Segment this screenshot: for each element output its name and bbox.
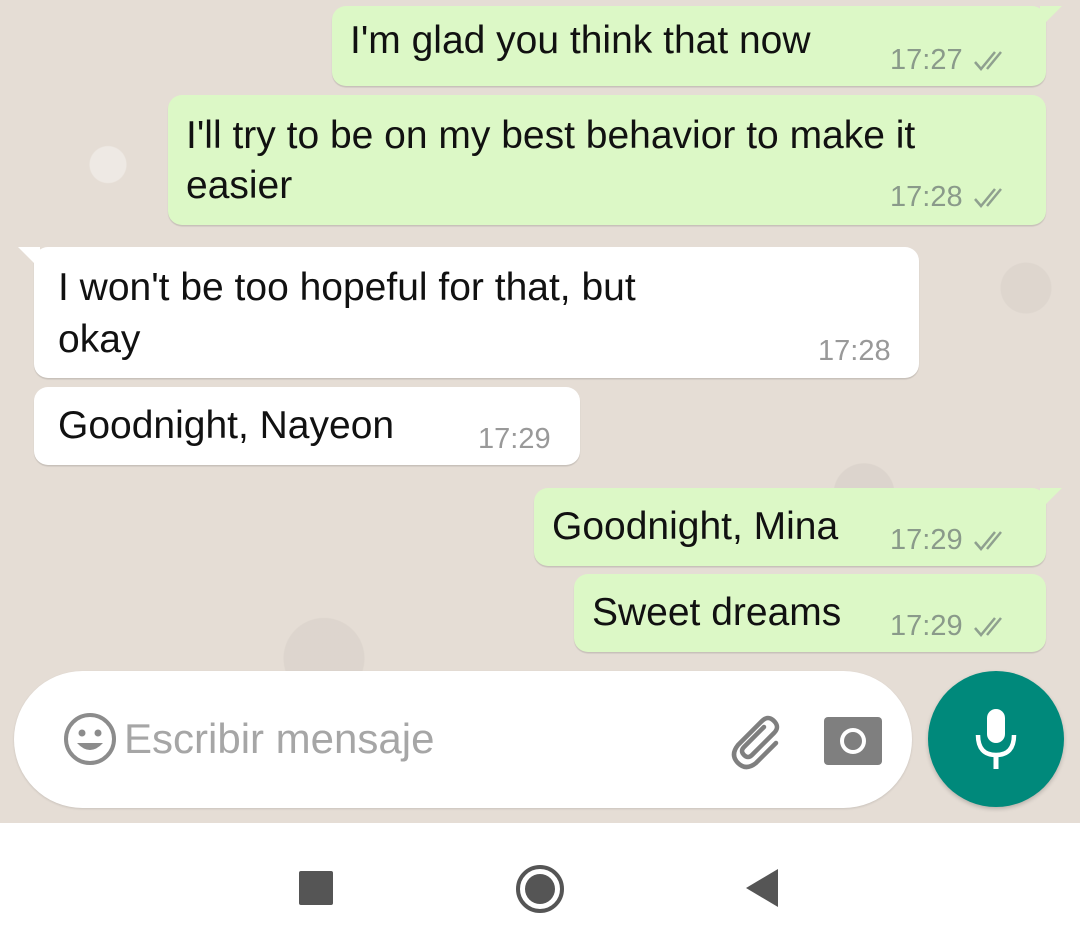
message-bubble-incoming[interactable]: I won't be too hopeful for that, but oka… xyxy=(18,247,919,378)
double-check-icon xyxy=(973,530,1002,551)
chat-area[interactable]: I'm glad you think that now 17:27 I'll t… xyxy=(0,0,1080,823)
message-time: 17:28 xyxy=(818,335,891,367)
message-meta: 17:29 xyxy=(890,610,1011,643)
message-text: Sweet dreams xyxy=(592,591,842,634)
camera-icon[interactable] xyxy=(822,711,884,767)
message-input[interactable]: Escribir mensaje xyxy=(124,711,434,767)
system-navigation-bar xyxy=(0,823,1080,952)
message-time: 17:28 xyxy=(890,181,963,213)
double-check-icon xyxy=(973,50,1002,71)
message-text: I'll try to be on my best behavior to ma… xyxy=(186,114,916,157)
attach-icon[interactable] xyxy=(726,709,790,773)
bubble-tail xyxy=(18,247,40,269)
message-meta: 17:29 xyxy=(890,524,1011,557)
message-meta: 17:29 xyxy=(478,423,551,456)
microphone-icon xyxy=(975,709,1017,769)
microphone-button[interactable] xyxy=(928,671,1064,807)
message-bubble-outgoing[interactable]: Goodnight, Mina 17:29 xyxy=(534,488,1062,566)
message-bubble-outgoing[interactable]: Sweet dreams 17:29 xyxy=(574,574,1046,652)
message-text: Goodnight, Mina xyxy=(552,505,839,548)
message-text: Goodnight, Nayeon xyxy=(58,404,395,447)
double-check-icon xyxy=(973,187,1002,208)
double-check-icon xyxy=(973,616,1002,637)
recents-icon[interactable] xyxy=(299,871,333,905)
message-composer[interactable]: Escribir mensaje xyxy=(14,671,912,808)
message-meta: 17:28 xyxy=(818,335,891,368)
message-bubble-incoming[interactable]: Goodnight, Nayeon 17:29 xyxy=(34,387,580,465)
message-time: 17:29 xyxy=(890,524,963,556)
message-time: 17:27 xyxy=(890,44,963,76)
home-icon[interactable] xyxy=(514,863,566,915)
emoji-icon[interactable] xyxy=(62,711,118,767)
message-time: 17:29 xyxy=(890,610,963,642)
back-icon[interactable] xyxy=(744,867,780,909)
bubble-tail xyxy=(1040,6,1062,28)
message-meta: 17:27 xyxy=(890,44,1011,77)
message-text: I'm glad you think that now xyxy=(350,19,811,62)
message-text: I won't be too hopeful for that, but xyxy=(58,266,636,309)
message-bubble-outgoing[interactable]: I'm glad you think that now 17:27 xyxy=(332,6,1062,86)
message-text: easier xyxy=(186,164,293,207)
message-bubble-outgoing[interactable]: I'll try to be on my best behavior to ma… xyxy=(168,95,1046,225)
message-time: 17:29 xyxy=(478,423,551,455)
message-text: okay xyxy=(58,318,141,361)
bubble-tail xyxy=(1040,488,1062,510)
message-meta: 17:28 xyxy=(890,181,1011,214)
